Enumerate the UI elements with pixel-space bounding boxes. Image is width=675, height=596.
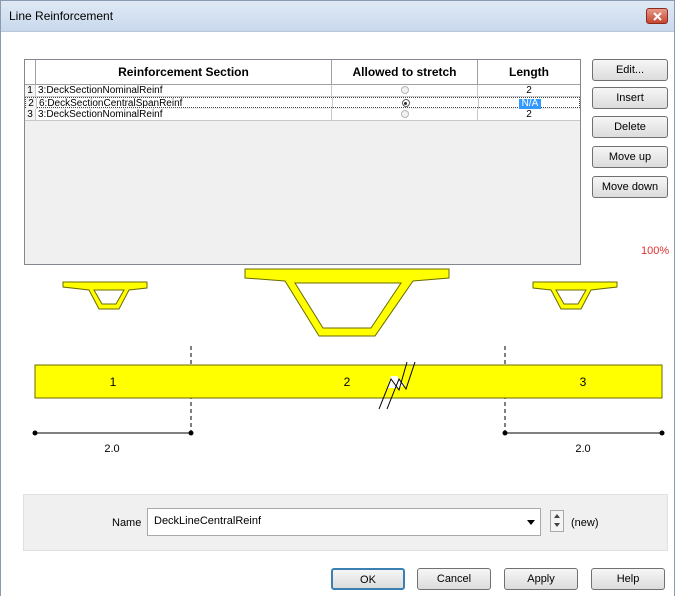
- name-label: Name: [112, 517, 142, 529]
- window-title: Line Reinforcement: [9, 9, 114, 23]
- close-button[interactable]: [646, 8, 668, 24]
- deck-section-right: [532, 281, 618, 310]
- deck-section-left: [62, 281, 148, 310]
- chevron-down-icon[interactable]: [527, 520, 535, 525]
- spinner-down-icon[interactable]: [554, 523, 560, 527]
- spinner-up-icon[interactable]: [554, 514, 560, 518]
- dimension-right-label: 2.0: [575, 443, 590, 455]
- dimension-left: [32, 430, 194, 436]
- reinforcement-diagram: 1 2 3 2.0 2.0: [32, 268, 665, 455]
- deck-section-center: [244, 268, 450, 337]
- title-bar: Line Reinforcement: [1, 1, 674, 32]
- segment-label-2: 2: [344, 375, 351, 389]
- cancel-button[interactable]: Cancel: [417, 568, 491, 590]
- line-reinforcement-dialog: Line Reinforcement Reinforcement Section…: [0, 0, 675, 596]
- name-status: (new): [571, 517, 599, 529]
- dimension-left-label: 2.0: [104, 443, 119, 455]
- help-button[interactable]: Help: [591, 568, 665, 590]
- segment-label-3: 3: [580, 375, 587, 389]
- name-value[interactable]: DeckLineCentralReinf: [154, 515, 261, 527]
- name-panel: Name DeckLineCentralReinf (new): [23, 494, 668, 551]
- dialog-content: Reinforcement Section Allowed to stretch…: [1, 32, 674, 596]
- close-icon: [653, 12, 662, 21]
- dimension-right: [502, 430, 665, 436]
- ok-button[interactable]: OK: [331, 568, 405, 590]
- segment-label-1: 1: [110, 375, 117, 389]
- apply-button[interactable]: Apply: [504, 568, 578, 590]
- name-spinner[interactable]: [550, 510, 564, 532]
- name-combobox[interactable]: DeckLineCentralReinf: [147, 508, 541, 536]
